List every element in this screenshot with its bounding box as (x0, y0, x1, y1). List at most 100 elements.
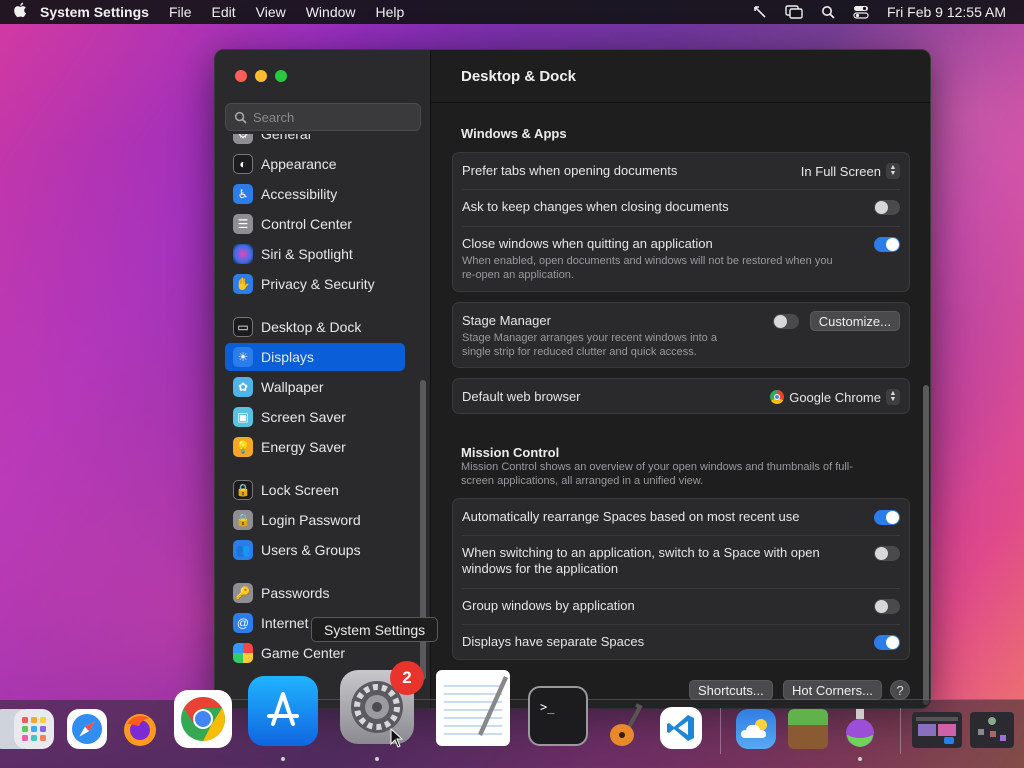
ask-keep-toggle[interactable] (874, 200, 900, 215)
menu-window[interactable]: Window (306, 4, 356, 20)
sidebar-item-label: Control Center (261, 216, 353, 232)
sidebar-search[interactable] (225, 103, 421, 131)
sidebar-item-lock-screen[interactable]: 🔒 Lock Screen (225, 476, 405, 504)
dock-separator (720, 708, 721, 754)
sidebar-item-label: Siri & Spotlight (261, 246, 353, 262)
close-window-button[interactable] (235, 70, 247, 82)
prefer-tabs-label: Prefer tabs when opening documents (462, 163, 678, 178)
screen-saver-icon: ▣ (233, 407, 253, 427)
stylus-status-icon[interactable] (753, 5, 767, 19)
menu-clock[interactable]: Fri Feb 9 12:55 AM (887, 4, 1006, 20)
separate-spaces-row: Displays have separate Spaces (453, 624, 909, 660)
spotlight-search-icon[interactable] (821, 5, 835, 19)
sidebar-item-label: General (261, 134, 311, 142)
prefer-tabs-select[interactable]: In Full Screen ▲ ▼ (801, 161, 900, 181)
gear-icon: ⚙ (233, 134, 253, 144)
sidebar-item-wallpaper[interactable]: ✿ Wallpaper (225, 373, 405, 401)
sidebar-item-login-password[interactable]: 🔒 Login Password (225, 506, 405, 534)
terminal-icon[interactable]: >_ (528, 686, 588, 746)
key-icon: 🔑 (233, 583, 253, 603)
mission-control-desc-line1: Mission Control shows an overview of you… (461, 461, 853, 473)
search-icon (234, 111, 247, 124)
sidebar-item-energy-saver[interactable]: 💡 Energy Saver (225, 433, 405, 461)
running-indicator (375, 757, 379, 761)
switch-space-toggle[interactable] (874, 546, 900, 561)
sidebar-item-label: Screen Saver (261, 409, 346, 425)
sidebar-item-accessibility[interactable]: ♿ Accessibility (225, 180, 405, 208)
hot-corners-button[interactable]: Hot Corners... (783, 680, 882, 700)
menu-file[interactable]: File (169, 4, 192, 20)
auto-rearrange-row: Automatically rearrange Spaces based on … (453, 499, 909, 535)
sidebar-item-screen-saver[interactable]: ▣ Screen Saver (225, 403, 405, 431)
accessibility-icon: ♿ (233, 184, 253, 204)
switch-space-row: When switching to an application, switch… (453, 535, 909, 588)
lock-icon: 🔒 (233, 480, 253, 500)
zoom-window-button[interactable] (275, 70, 287, 82)
sidebar-item-siri-spotlight[interactable]: Siri & Spotlight (225, 240, 405, 268)
weather-icon[interactable] (736, 709, 776, 749)
control-center-menu-icon[interactable] (853, 5, 869, 19)
stage-manager-toggle[interactable] (773, 314, 799, 329)
flower-icon: ✿ (233, 377, 253, 397)
garageband-icon[interactable] (606, 703, 650, 749)
lock-icon: 🔒 (233, 510, 253, 530)
prefer-tabs-row: Prefer tabs when opening documents In Fu… (453, 153, 909, 189)
minimized-window-thumbnail[interactable] (912, 712, 962, 748)
ask-keep-row: Ask to keep changes when closing documen… (453, 189, 909, 226)
apple-menu-icon[interactable] (0, 2, 40, 22)
vscode-icon[interactable] (660, 707, 702, 749)
windows-apps-group: Prefer tabs when opening documents In Fu… (452, 152, 910, 292)
traffic-lights (235, 70, 287, 82)
textedit-icon[interactable] (436, 670, 510, 746)
sidebar-item-game-center[interactable]: Game Center (225, 639, 405, 667)
section-title-windows-apps: Windows & Apps (461, 126, 567, 141)
sidebar-item-users-groups[interactable]: 👥 Users & Groups (225, 536, 405, 564)
mission-control-group: Automatically rearrange Spaces based on … (452, 498, 910, 660)
launchpad-icon[interactable] (14, 709, 54, 749)
stage-manager-desc-line1: Stage Manager arranges your recent windo… (462, 332, 717, 344)
auto-rearrange-toggle[interactable] (874, 510, 900, 525)
group-windows-row: Group windows by application (453, 588, 909, 624)
minecraft-icon[interactable] (788, 709, 828, 749)
browser-select[interactable]: Google Chrome ▲ ▼ (770, 387, 900, 407)
hand-icon: ✋ (233, 274, 253, 294)
close-windows-toggle[interactable] (874, 237, 900, 252)
sidebar-item-label: Appearance (261, 156, 337, 172)
separate-spaces-label: Displays have separate Spaces (462, 634, 645, 649)
safari-icon[interactable] (67, 709, 107, 749)
content-scrollbar[interactable] (923, 385, 929, 705)
potion-app-icon[interactable] (840, 706, 880, 750)
shortcuts-button[interactable]: Shortcuts... (689, 680, 773, 700)
switch-space-label-line1: When switching to an application, switch… (462, 545, 820, 560)
sidebar-item-desktop-dock[interactable]: ▭ Desktop & Dock (225, 313, 405, 341)
group-windows-toggle[interactable] (874, 599, 900, 614)
sidebar-item-control-center[interactable]: ☰ Control Center (225, 210, 405, 238)
menu-view[interactable]: View (256, 4, 286, 20)
screen-mirroring-icon[interactable] (785, 5, 803, 19)
search-input[interactable] (253, 109, 403, 125)
minimize-window-button[interactable] (255, 70, 267, 82)
close-windows-desc-line1: When enabled, open documents and windows… (462, 255, 833, 267)
menu-help[interactable]: Help (376, 4, 405, 20)
chrome-dock-icon[interactable] (174, 690, 232, 748)
firefox-icon[interactable] (120, 709, 160, 749)
sidebar-item-displays[interactable]: ☀ Displays (225, 343, 405, 371)
chrome-icon (770, 390, 785, 404)
siri-icon (233, 244, 253, 264)
menu-edit[interactable]: Edit (212, 4, 236, 20)
menu-app-name[interactable]: System Settings (40, 4, 149, 20)
sidebar-item-general[interactable]: ⚙ General (225, 134, 405, 148)
sidebar: ⚙ General ◐ Appearance ♿ Accessibility ☰… (215, 50, 431, 708)
minimized-window-thumbnail[interactable] (970, 712, 1014, 748)
auto-rearrange-label: Automatically rearrange Spaces based on … (462, 509, 800, 524)
help-button[interactable]: ? (890, 680, 910, 700)
sidebar-item-appearance[interactable]: ◐ Appearance (225, 150, 405, 178)
stage-manager-desc-line2: single strip for reduced clutter and qui… (462, 346, 697, 358)
sidebar-item-privacy-security[interactable]: ✋ Privacy & Security (225, 270, 405, 298)
sidebar-item-passwords[interactable]: 🔑 Passwords (225, 579, 405, 607)
customize-button[interactable]: Customize... (809, 311, 900, 331)
app-store-icon[interactable] (248, 676, 318, 746)
sidebar-item-label: Privacy & Security (261, 276, 375, 292)
separate-spaces-toggle[interactable] (874, 635, 900, 650)
mouse-cursor-icon (390, 728, 404, 748)
